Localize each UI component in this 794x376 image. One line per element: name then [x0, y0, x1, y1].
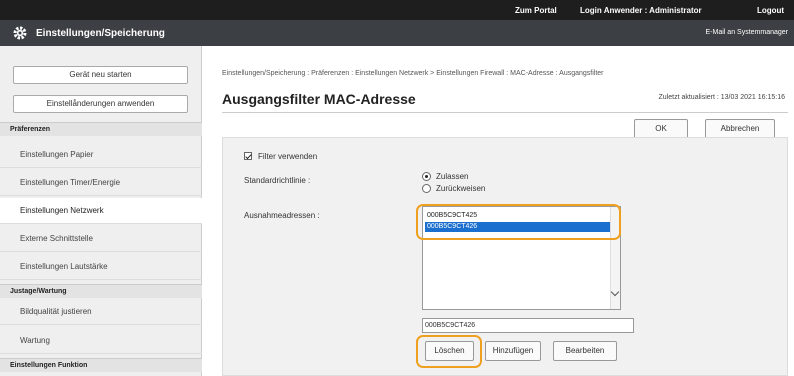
- use-filter-checkbox[interactable]: [244, 152, 252, 160]
- deny-radio[interactable]: [422, 184, 431, 193]
- cancel-button[interactable]: Abbrechen: [705, 119, 775, 139]
- restart-device-button[interactable]: Gerät neu starten: [13, 66, 188, 84]
- address-input[interactable]: 000B5C9CT426: [422, 318, 634, 333]
- chevron-down-icon[interactable]: [610, 287, 620, 297]
- portal-link[interactable]: Zum Portal: [515, 6, 557, 15]
- section-function-settings: Einstellungen Funktion: [0, 358, 202, 372]
- title-bar: Einstellungen/Speicherung E-Mail an Syst…: [0, 20, 794, 46]
- sidebar-item-paper[interactable]: Einstellungen Papier: [0, 142, 202, 168]
- top-bar: Zum Portal Login Anwender : Administrato…: [0, 0, 794, 20]
- ok-button[interactable]: OK: [634, 119, 688, 139]
- logout-link[interactable]: Logout: [757, 6, 784, 15]
- login-info: Login Anwender : Administrator: [580, 6, 702, 15]
- apply-changes-button[interactable]: Einstellånderungen anwenden: [13, 95, 188, 113]
- allow-label: Zulassen: [436, 172, 469, 181]
- default-policy-label: Standardrichtlinie :: [244, 176, 311, 185]
- page-title: Ausgangsfilter MAC-Adresse: [222, 91, 416, 107]
- sidebar-item-external-interface[interactable]: Externe Schnittstelle: [0, 226, 202, 252]
- sidebar-item-timer-energy[interactable]: Einstellungen Timer/Energie: [0, 170, 202, 196]
- mail-admin-link[interactable]: E-Mail an Systemmanager: [706, 29, 788, 36]
- section-adjustment: Justage/Wartung: [0, 284, 202, 298]
- sidebar-item-maintenance[interactable]: Wartung: [0, 328, 202, 354]
- sidebar-item-network[interactable]: Einstellungen Netzwerk: [0, 198, 202, 224]
- delete-highlight: [416, 335, 482, 368]
- breadcrumb: Einstellungen/Speicherung : Präferenzen …: [222, 70, 604, 77]
- deny-label: Zurückweisen: [436, 184, 486, 193]
- divider: [222, 112, 788, 113]
- use-filter-label: Filter verwenden: [258, 152, 318, 161]
- sidebar: Gerät neu starten Einstellånderungen anw…: [0, 46, 202, 376]
- sidebar-item-volume[interactable]: Einstellungen Lautstärke: [0, 254, 202, 280]
- sidebar-item-image-quality[interactable]: Bildqualität justieren: [0, 299, 202, 325]
- app-title: Einstellungen/Speicherung: [36, 28, 165, 39]
- main-content: Einstellungen/Speicherung : Präferenzen …: [203, 46, 794, 376]
- exception-addresses-label: Ausnahmeadressen :: [244, 211, 320, 220]
- section-preferences: Präferenzen: [0, 122, 202, 136]
- gear-icon: [13, 26, 27, 40]
- last-updated: Zuletzt aktualisiert : 13/03 2021 16:15:…: [658, 94, 785, 101]
- allow-radio[interactable]: [422, 172, 431, 181]
- edit-button[interactable]: Bearbeiten: [553, 341, 617, 361]
- add-button[interactable]: Hinzufügen: [485, 341, 541, 361]
- address-highlight: [416, 204, 621, 240]
